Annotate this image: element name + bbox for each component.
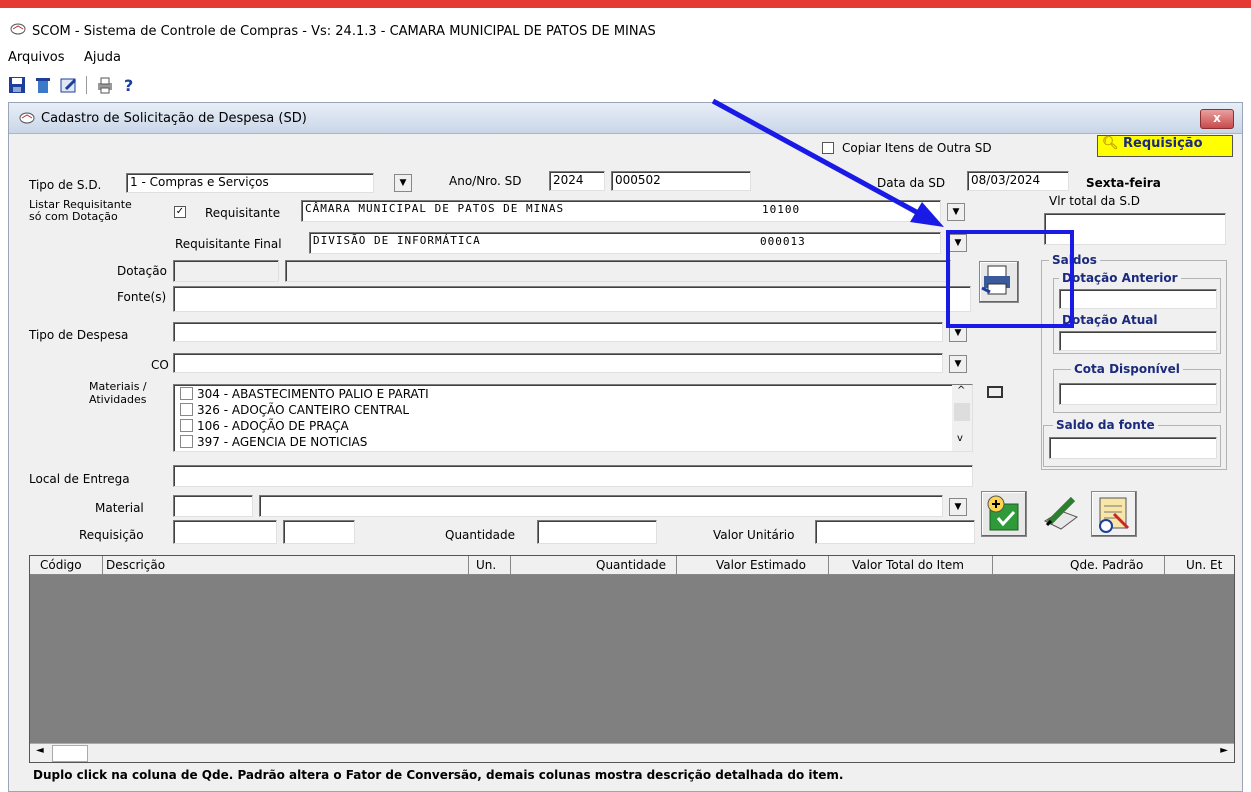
- annotation-arrow: [711, 98, 944, 227]
